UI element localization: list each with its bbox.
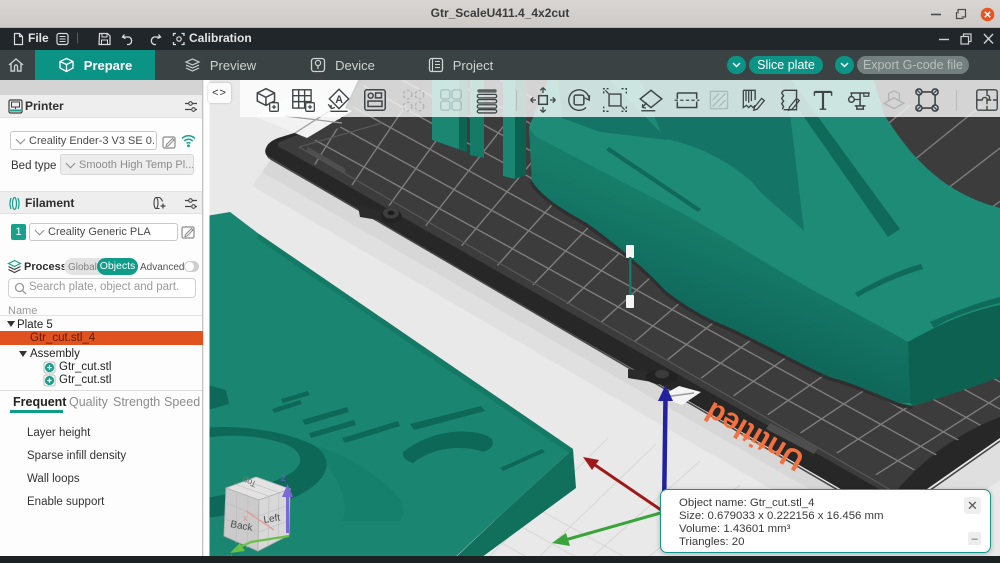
svg-text:A: A [335, 94, 343, 106]
svg-text:z: z [281, 472, 286, 484]
svg-text:x: x [243, 513, 248, 523]
